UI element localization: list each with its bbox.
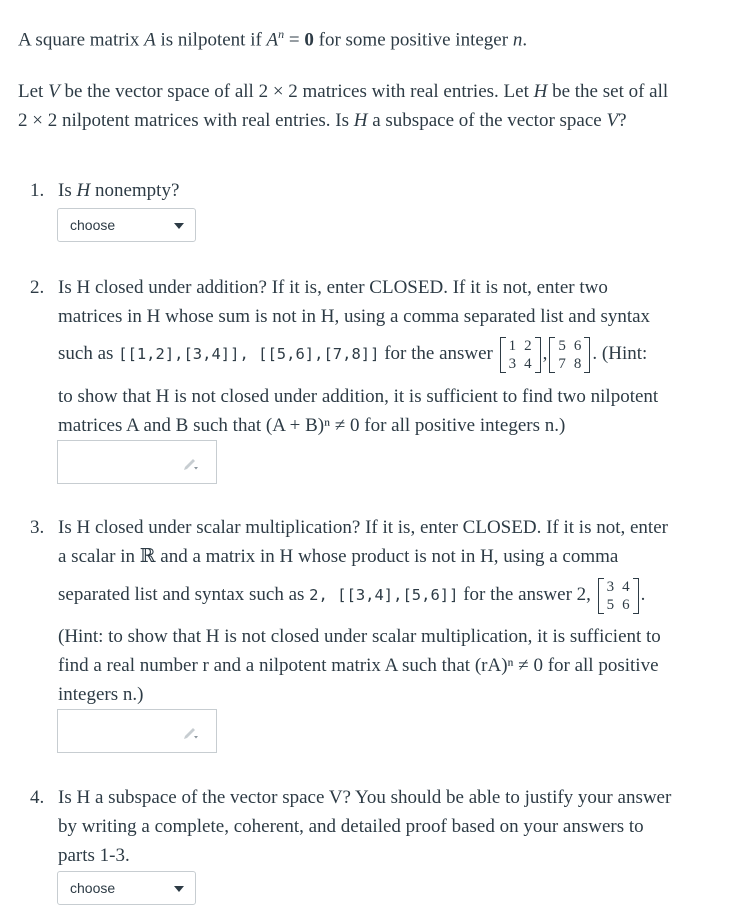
matrix-cell: 7 xyxy=(558,355,566,372)
question-text: Is H closed under addition? If it is, en… xyxy=(58,277,608,298)
question-hint: integers n.) xyxy=(58,684,144,705)
var-n: n xyxy=(512,29,523,51)
bracket-right xyxy=(584,336,591,373)
text: a subspace of the vector space xyxy=(367,110,607,131)
text: separated list and syntax such as xyxy=(58,584,310,605)
matrix-cell: 5 xyxy=(606,596,615,613)
text: such as xyxy=(58,343,119,364)
var-V: V xyxy=(48,81,60,102)
question-text: Is H closed under scalar multiplication?… xyxy=(58,517,668,538)
question-text: matrices in H whose sum is not in H, usi… xyxy=(58,306,651,327)
var-A: A xyxy=(266,29,279,51)
text: be the vector space of all 2 × 2 matrice… xyxy=(59,81,534,102)
syntax-example: 2, [[3,4],[5,6]] xyxy=(309,586,459,604)
example-matrix: 34 56 xyxy=(597,577,639,614)
pencil-icon xyxy=(184,459,198,470)
question-number: 1. xyxy=(30,180,45,201)
var-H: H xyxy=(76,180,91,201)
example-matrix-1: 12 34 xyxy=(499,336,541,373)
text: be the set of all xyxy=(547,81,669,102)
question-text: parts 1-3. xyxy=(58,845,130,866)
question-text: a scalar in ℝ and a matrix in H whose pr… xyxy=(58,546,619,567)
matrix-cell: 4 xyxy=(622,578,630,595)
matrix-cell: 1 xyxy=(508,337,517,354)
pencil-icon xyxy=(184,728,198,739)
question-number: 3. xyxy=(30,517,45,538)
text: is nilpotent if xyxy=(155,29,267,51)
var-H: H xyxy=(353,110,368,131)
question-number: 2. xyxy=(30,277,45,298)
text: = xyxy=(284,29,305,51)
var-V: V xyxy=(606,110,619,131)
text: . xyxy=(522,29,528,51)
question-hint: to show that H is not closed under addit… xyxy=(58,386,659,407)
text: A square matrix xyxy=(18,29,145,51)
matrix-cell: 3 xyxy=(606,578,615,595)
question-hint: (Hint: to show that H is not closed unde… xyxy=(58,626,661,647)
matrix-cell: 6 xyxy=(622,596,630,613)
question-text: Is H a subspace of the vector space V? Y… xyxy=(58,787,672,808)
addition-answer-input[interactable] xyxy=(57,440,217,484)
text: nonempty? xyxy=(90,180,180,201)
question-number: 4. xyxy=(30,787,45,808)
question-text-with-matrix: separated list and syntax such as 2, [[3… xyxy=(58,570,645,620)
example-matrix-2: 56 78 xyxy=(549,336,591,373)
text: 2 × 2 nilpotent matrices with real entri… xyxy=(18,110,354,131)
matrix-cell: 2 xyxy=(524,337,532,354)
question-text: Is H nonempty? xyxy=(58,176,179,205)
caret-down-icon xyxy=(174,223,184,229)
question-text: by writing a complete, coherent, and det… xyxy=(58,816,644,837)
syntax-example: [[1,2],[3,4]], [[5,6],[7,8]] xyxy=(118,345,380,363)
bracket-right xyxy=(632,577,639,614)
text: for the answer xyxy=(379,343,493,364)
text: . (Hint: xyxy=(592,343,648,364)
matrix-cell: 6 xyxy=(573,337,582,354)
bracket-left xyxy=(597,577,604,614)
question-text-with-matrices: such as [[1,2],[3,4]], [[5,6],[7,8]] for… xyxy=(58,336,648,373)
question-hint: find a real number r and a nilpotent mat… xyxy=(58,655,659,676)
matrix-cell: 8 xyxy=(573,355,582,372)
text: for some positive integer xyxy=(313,29,513,51)
matrix-cell: 5 xyxy=(558,337,566,354)
question-hint: matrices A and B such that (A + B)ⁿ ≠ 0 … xyxy=(58,415,566,436)
matrix-cell: 3 xyxy=(508,355,517,372)
select-value: choose xyxy=(70,880,116,896)
select-value: choose xyxy=(70,217,116,233)
scalar-answer-input[interactable] xyxy=(57,709,217,753)
nonempty-select[interactable]: choose xyxy=(57,208,196,242)
subspace-select[interactable]: choose xyxy=(57,871,196,905)
text: Is xyxy=(58,180,77,201)
intro-line-3: 2 × 2 nilpotent matrices with real entri… xyxy=(18,106,627,135)
bracket-left xyxy=(499,336,506,373)
bracket-left xyxy=(549,336,556,373)
intro-definition: A square matrix A is nilpotent if An = 0… xyxy=(18,20,527,54)
matrix-cell: 4 xyxy=(524,355,532,372)
text: for the answer 2, xyxy=(458,584,591,605)
zero-matrix: 0 xyxy=(304,29,314,51)
intro-line-2: Let V be the vector space of all 2 × 2 m… xyxy=(18,77,668,106)
text: Let xyxy=(18,81,49,102)
text: . xyxy=(640,584,646,605)
var-A: A xyxy=(144,29,156,51)
caret-down-icon xyxy=(174,886,184,892)
bracket-right xyxy=(534,336,541,373)
var-H: H xyxy=(533,81,548,102)
text: ? xyxy=(618,110,627,131)
